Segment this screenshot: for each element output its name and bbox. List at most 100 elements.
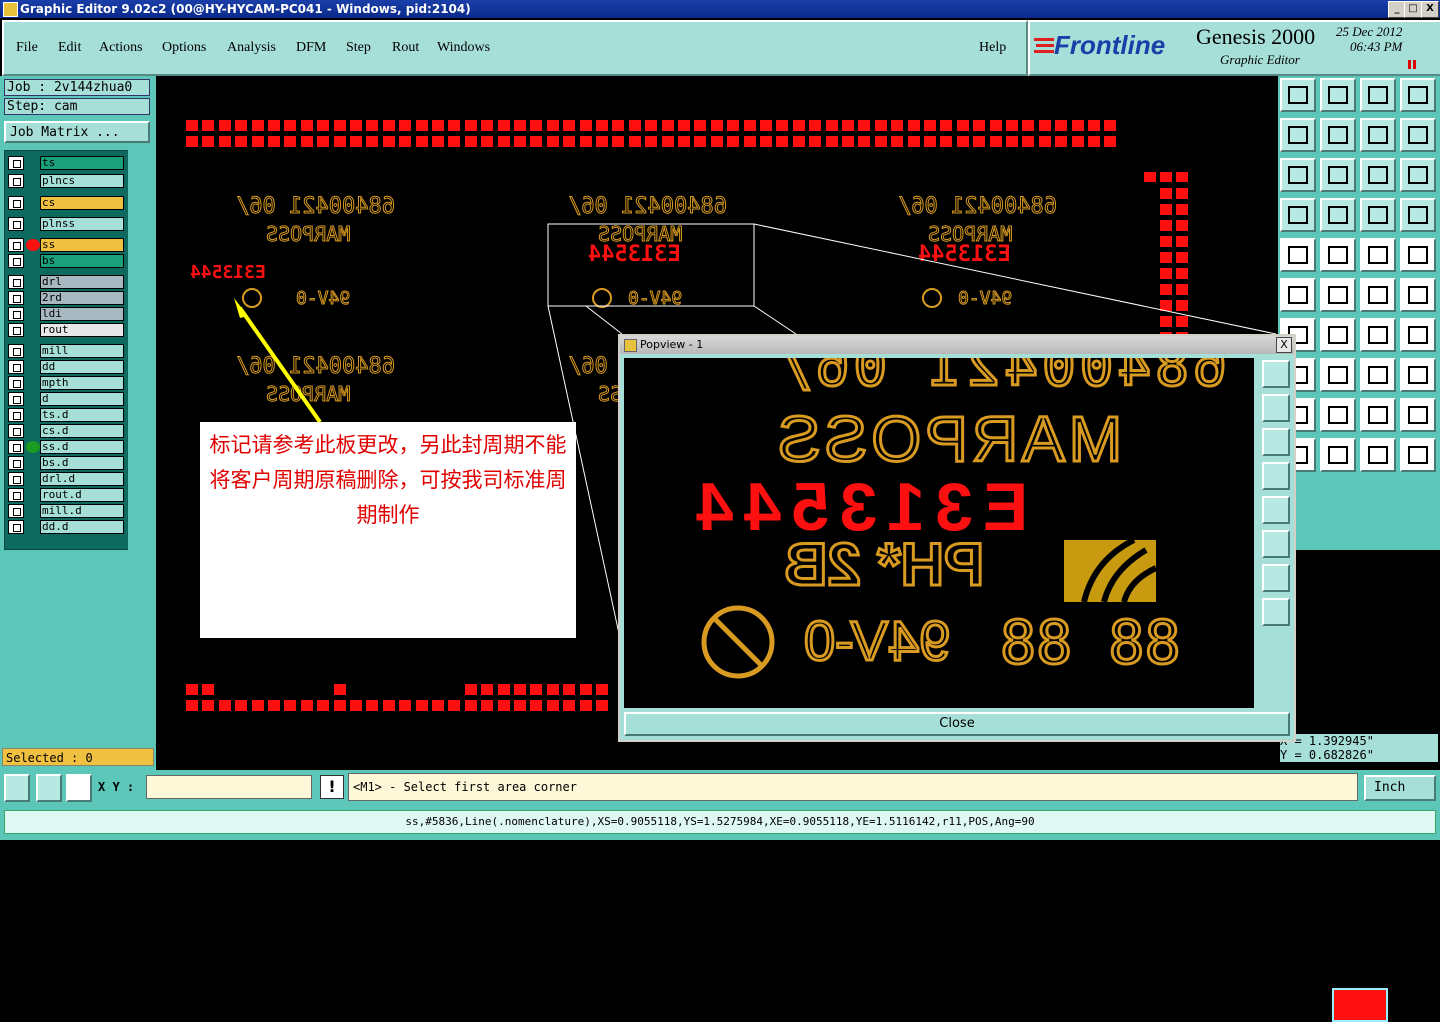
layer-row-ts[interactable]: ts: [8, 156, 124, 170]
layer-row-ss[interactable]: ss: [8, 238, 124, 252]
popview-tool-7-icon[interactable]: [1262, 564, 1290, 592]
layer-checkbox[interactable]: [8, 472, 24, 486]
menu-file[interactable]: File: [16, 40, 38, 56]
layer-row-drl[interactable]: drl: [8, 275, 124, 289]
prev-step-icon[interactable]: [1280, 118, 1316, 152]
layer-row-d[interactable]: d: [8, 392, 124, 406]
layer-checkbox[interactable]: [8, 323, 24, 337]
layer-checkbox[interactable]: [8, 156, 24, 170]
help-icon[interactable]: [1400, 158, 1436, 192]
layer-row-drl-d[interactable]: drl.d: [8, 472, 124, 486]
layer-checkbox[interactable]: [8, 307, 24, 321]
layer-checkbox[interactable]: [8, 456, 24, 470]
layer-row-mpth[interactable]: mpth: [8, 376, 124, 390]
fit-view-icon[interactable]: [1280, 158, 1316, 192]
segment-icon[interactable]: [1320, 358, 1356, 392]
grid-tool-icon[interactable]: [1320, 198, 1356, 232]
popview-close-button[interactable]: Close: [624, 712, 1290, 736]
popview-tool-8-icon[interactable]: [1262, 598, 1290, 626]
center-view-icon[interactable]: [1320, 158, 1356, 192]
layer-row-2rd[interactable]: 2rd: [8, 291, 124, 305]
layer-row-dd[interactable]: dd: [8, 360, 124, 374]
menu-windows[interactable]: Windows: [437, 40, 490, 56]
layer-row-plnss[interactable]: plnss: [8, 217, 124, 231]
units-select[interactable]: Inch: [1364, 775, 1436, 801]
overview-panel[interactable]: [1278, 480, 1440, 1022]
layer-row-rout[interactable]: rout: [8, 323, 124, 337]
snap-mode-icon[interactable]: [1400, 358, 1436, 392]
popview-tool-4-icon[interactable]: [1262, 462, 1290, 490]
popview-canvas[interactable]: 68400421 06/ MARPOSS E313544 PH* 2B 94V-…: [624, 358, 1254, 708]
snap-pads-icon[interactable]: [1360, 198, 1396, 232]
layer-checkbox[interactable]: [8, 408, 24, 422]
layer-down-icon[interactable]: [1320, 78, 1356, 112]
layer-checkbox[interactable]: [8, 440, 24, 454]
popview-tool-2-icon[interactable]: [1262, 394, 1290, 422]
job-matrix-button[interactable]: Job Matrix ...: [4, 121, 150, 143]
snap-features-icon[interactable]: [1400, 198, 1436, 232]
layer-checkbox[interactable]: [8, 392, 24, 406]
layer-checkbox[interactable]: [8, 217, 24, 231]
layer-checkbox[interactable]: [8, 504, 24, 518]
layer-row-ldi[interactable]: ldi: [8, 307, 124, 321]
close-window-button[interactable]: X: [1421, 1, 1439, 18]
menu-analysis[interactable]: Analysis: [227, 40, 276, 56]
popview-tool-5-icon[interactable]: [1262, 496, 1290, 524]
menu-actions[interactable]: Actions: [99, 40, 143, 56]
polygon-b-icon[interactable]: [1320, 398, 1356, 432]
polygon-c-icon[interactable]: [1360, 398, 1396, 432]
layer-row-cs[interactable]: cs: [8, 196, 124, 210]
menu-help[interactable]: Help: [979, 40, 1006, 56]
layer-row-bs-d[interactable]: bs.d: [8, 456, 124, 470]
layer-checkbox[interactable]: [8, 424, 24, 438]
layer-checkbox[interactable]: [8, 291, 24, 305]
popview-tool-3-icon[interactable]: [1262, 428, 1290, 456]
popview-tool-1-icon[interactable]: [1262, 360, 1290, 388]
polygon-d-icon[interactable]: [1400, 398, 1436, 432]
layer-scrollbar[interactable]: [128, 150, 154, 770]
select-box-icon[interactable]: [1320, 438, 1356, 472]
layer-up-icon[interactable]: [1280, 78, 1316, 112]
layer-checkbox[interactable]: [8, 196, 24, 210]
layer-row-plncs[interactable]: plncs: [8, 174, 124, 188]
select-pointer-icon[interactable]: [1360, 438, 1396, 472]
layer-checkbox[interactable]: [8, 238, 24, 252]
select-path-icon[interactable]: [1400, 438, 1436, 472]
pad-tool-icon[interactable]: [1400, 238, 1436, 272]
layer-row-bs[interactable]: bs: [8, 254, 124, 268]
layer-row-cs-d[interactable]: cs.d: [8, 424, 124, 438]
layer-checkbox[interactable]: [8, 360, 24, 374]
add-node-icon[interactable]: [1360, 278, 1396, 312]
menu-rout[interactable]: Rout: [392, 40, 419, 56]
layer-checkbox[interactable]: [8, 376, 24, 390]
menu-dfm[interactable]: DFM: [296, 40, 326, 56]
popview-tool-6-icon[interactable]: [1262, 530, 1290, 558]
measure-icon[interactable]: [36, 774, 62, 802]
menu-options[interactable]: Options: [162, 40, 206, 56]
scale-tool-icon[interactable]: [1360, 238, 1396, 272]
connect-nodes-icon[interactable]: [1280, 278, 1316, 312]
layer-checkbox[interactable]: [8, 344, 24, 358]
measure-tool-icon[interactable]: [1360, 358, 1396, 392]
layer-row-ss-d[interactable]: ss.d: [8, 440, 124, 454]
layer-checkbox[interactable]: [8, 174, 24, 188]
line-tool-icon[interactable]: [1320, 318, 1356, 352]
layer-checkbox[interactable]: [8, 254, 24, 268]
flip-text-icon[interactable]: [1400, 318, 1436, 352]
layer-row-ts-d[interactable]: ts.d: [8, 408, 124, 422]
undo-arc-icon[interactable]: [1360, 318, 1396, 352]
snap-grid-icon[interactable]: [66, 774, 92, 802]
home-icon[interactable]: [1360, 78, 1396, 112]
overview-viewport[interactable]: [1332, 988, 1388, 1022]
cursor-tool-icon[interactable]: [1280, 238, 1316, 272]
layer-checkbox[interactable]: [8, 488, 24, 502]
layer-row-rout-d[interactable]: rout.d: [8, 488, 124, 502]
rotate-view-icon[interactable]: [1360, 118, 1396, 152]
draw-line-icon[interactable]: [1320, 238, 1356, 272]
one-to-one-icon[interactable]: [1360, 158, 1396, 192]
popview-close-icon[interactable]: X: [1276, 337, 1292, 353]
ruler-tool-icon[interactable]: [1280, 198, 1316, 232]
layer-checkbox[interactable]: [8, 275, 24, 289]
restore-button[interactable]: □: [1404, 1, 1422, 18]
next-step-icon[interactable]: [1320, 118, 1356, 152]
